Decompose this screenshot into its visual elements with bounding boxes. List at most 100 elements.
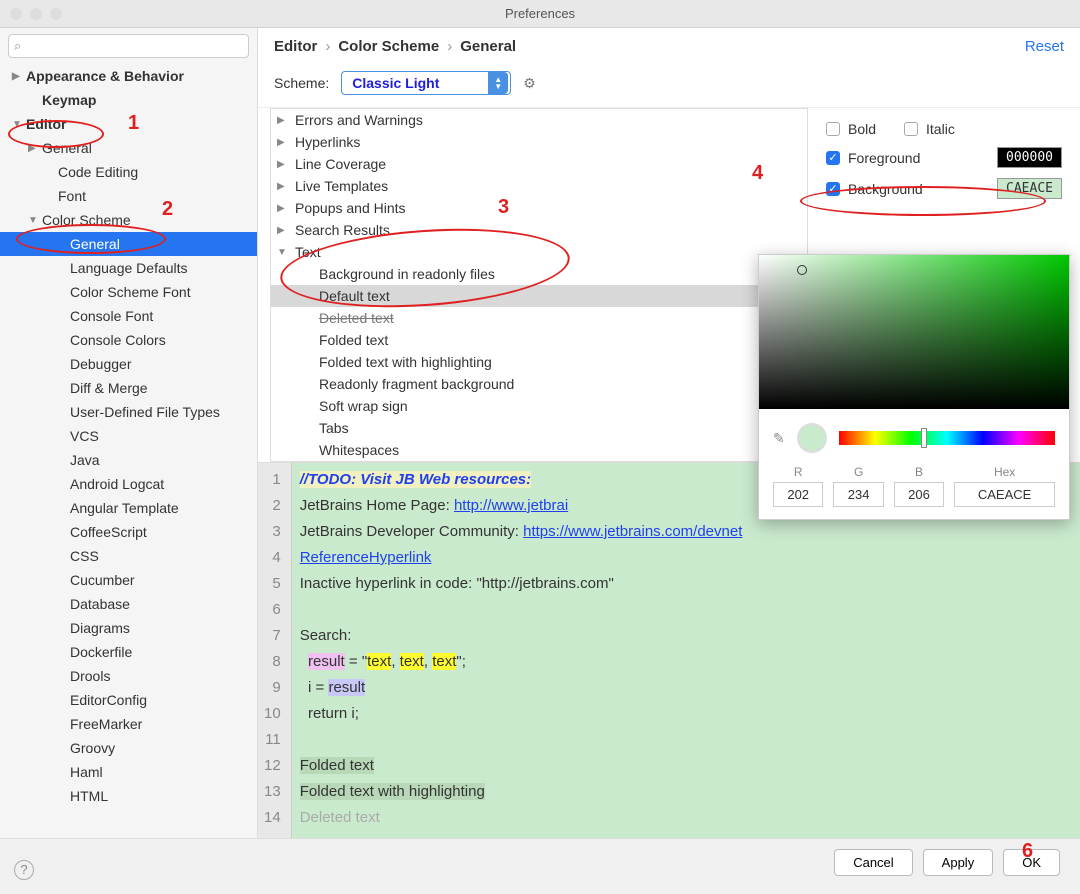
apply-button[interactable]: Apply bbox=[923, 849, 994, 876]
crumb-color-scheme[interactable]: Color Scheme bbox=[338, 38, 439, 55]
saturation-box[interactable] bbox=[759, 255, 1069, 409]
line-gutter: 1234567891011121314 bbox=[258, 463, 292, 838]
sidebar-item[interactable]: Diagrams bbox=[0, 616, 257, 640]
sidebar-item[interactable]: General bbox=[0, 232, 257, 256]
breadcrumb: Editor › Color Scheme › General Reset bbox=[258, 28, 1080, 65]
color-picker[interactable]: ✎ R G B Hex bbox=[758, 254, 1070, 520]
window-title: Preferences bbox=[505, 6, 575, 21]
content-panel: Editor › Color Scheme › General Reset Sc… bbox=[258, 28, 1080, 838]
category-row[interactable]: Background in readonly files bbox=[271, 263, 807, 285]
category-row[interactable]: ▶Line Coverage bbox=[271, 153, 807, 175]
category-row[interactable]: Readonly fragment background bbox=[271, 373, 807, 395]
reset-link[interactable]: Reset bbox=[1025, 38, 1064, 55]
sidebar-item[interactable]: Code Editing bbox=[0, 160, 257, 184]
category-row[interactable]: ▶Hyperlinks bbox=[271, 131, 807, 153]
r-input[interactable] bbox=[773, 482, 823, 507]
r-label: R bbox=[794, 465, 803, 479]
help-button[interactable]: ? bbox=[14, 860, 34, 880]
category-row[interactable]: Default text bbox=[271, 285, 807, 307]
scheme-value: Classic Light bbox=[352, 75, 439, 91]
sidebar-item[interactable]: Android Logcat bbox=[0, 472, 257, 496]
sidebar-item[interactable]: Cucumber bbox=[0, 568, 257, 592]
gear-icon[interactable]: ⚙ bbox=[523, 75, 536, 92]
sidebar-item[interactable]: HTML bbox=[0, 784, 257, 808]
minimize-dot[interactable] bbox=[30, 8, 42, 20]
titlebar: Preferences bbox=[0, 0, 1080, 28]
sidebar-item[interactable]: EditorConfig bbox=[0, 688, 257, 712]
close-dot[interactable] bbox=[10, 8, 22, 20]
sidebar-item[interactable]: ▶General bbox=[0, 136, 257, 160]
scheme-select[interactable]: Classic Light ▲▼ bbox=[341, 71, 511, 95]
chevron-right-icon: › bbox=[325, 38, 330, 55]
b-input[interactable] bbox=[894, 482, 944, 507]
category-row[interactable]: ▼Text bbox=[271, 241, 807, 263]
bold-label: Bold bbox=[848, 121, 876, 137]
sidebar-item[interactable]: Keymap bbox=[0, 88, 257, 112]
hue-cursor[interactable] bbox=[921, 428, 927, 448]
sidebar-item[interactable]: Console Font bbox=[0, 304, 257, 328]
sidebar-item[interactable]: Database bbox=[0, 592, 257, 616]
eyedropper-icon[interactable]: ✎ bbox=[773, 430, 785, 447]
category-row[interactable]: Deleted text bbox=[271, 307, 807, 329]
chevron-right-icon: › bbox=[447, 38, 452, 55]
background-label: Background bbox=[848, 181, 923, 197]
sidebar-item[interactable]: Dockerfile bbox=[0, 640, 257, 664]
foreground-swatch[interactable]: 000000 bbox=[997, 147, 1062, 168]
category-row[interactable]: Folded text bbox=[271, 329, 807, 351]
italic-checkbox[interactable] bbox=[904, 122, 918, 136]
category-row[interactable]: ▶Errors and Warnings bbox=[271, 109, 807, 131]
sidebar-item[interactable]: Drools bbox=[0, 664, 257, 688]
scheme-label: Scheme: bbox=[274, 75, 329, 91]
sidebar-item[interactable]: ▶Appearance & Behavior bbox=[0, 64, 257, 88]
window-controls bbox=[10, 8, 62, 20]
sidebar-item[interactable]: Groovy bbox=[0, 736, 257, 760]
hex-label: Hex bbox=[994, 465, 1015, 479]
sidebar-item[interactable]: Language Defaults bbox=[0, 256, 257, 280]
sat-cursor[interactable] bbox=[797, 265, 807, 275]
g-input[interactable] bbox=[833, 482, 883, 507]
hex-input[interactable] bbox=[954, 482, 1055, 507]
sidebar-item[interactable]: Haml bbox=[0, 760, 257, 784]
cancel-button[interactable]: Cancel bbox=[834, 849, 912, 876]
category-list[interactable]: ▶Errors and Warnings▶Hyperlinks▶Line Cov… bbox=[270, 108, 808, 462]
sidebar-item[interactable]: Debugger bbox=[0, 352, 257, 376]
category-row[interactable]: Tabs bbox=[271, 417, 807, 439]
sidebar-item[interactable]: User-Defined File Types bbox=[0, 400, 257, 424]
g-label: G bbox=[854, 465, 863, 479]
foreground-checkbox[interactable]: ✓ bbox=[826, 151, 840, 165]
sidebar-item[interactable]: CSS bbox=[0, 544, 257, 568]
sidebar-item[interactable]: Diff & Merge bbox=[0, 376, 257, 400]
dialog-footer: Cancel Apply OK bbox=[0, 838, 1080, 886]
category-row[interactable]: ▶Search Results bbox=[271, 219, 807, 241]
ok-button[interactable]: OK bbox=[1003, 849, 1060, 876]
b-label: B bbox=[915, 465, 923, 479]
maximize-dot[interactable] bbox=[50, 8, 62, 20]
sidebar-item[interactable]: Color Scheme Font bbox=[0, 280, 257, 304]
preferences-tree[interactable]: ▶Appearance & BehaviorKeymap▼Editor▶Gene… bbox=[0, 64, 257, 838]
sidebar-item[interactable]: CoffeeScript bbox=[0, 520, 257, 544]
sidebar: ⌕ ▶Appearance & BehaviorKeymap▼Editor▶Ge… bbox=[0, 28, 258, 838]
crumb-general[interactable]: General bbox=[460, 38, 516, 55]
sidebar-item[interactable]: Java bbox=[0, 448, 257, 472]
hue-slider[interactable] bbox=[839, 431, 1055, 445]
category-row[interactable]: ▶Live Templates bbox=[271, 175, 807, 197]
background-swatch[interactable]: CAEACE bbox=[997, 178, 1062, 199]
sidebar-item[interactable]: Console Colors bbox=[0, 328, 257, 352]
bold-checkbox[interactable] bbox=[826, 122, 840, 136]
category-row[interactable]: ▶Popups and Hints bbox=[271, 197, 807, 219]
sidebar-item[interactable]: Font bbox=[0, 184, 257, 208]
search-input[interactable] bbox=[8, 34, 249, 58]
category-row[interactable]: Soft wrap sign bbox=[271, 395, 807, 417]
current-color-swatch bbox=[797, 423, 827, 453]
category-row[interactable]: Folded text with highlighting bbox=[271, 351, 807, 373]
sidebar-item[interactable]: VCS bbox=[0, 424, 257, 448]
code-area: //TODO: Visit JB Web resources: JetBrain… bbox=[292, 463, 751, 838]
sidebar-item[interactable]: FreeMarker bbox=[0, 712, 257, 736]
sidebar-item[interactable]: ▼Color Scheme bbox=[0, 208, 257, 232]
sidebar-item[interactable]: Angular Template bbox=[0, 496, 257, 520]
category-row[interactable]: Whitespaces bbox=[271, 439, 807, 461]
background-checkbox[interactable]: ✓ bbox=[826, 182, 840, 196]
sidebar-item[interactable]: ▼Editor bbox=[0, 112, 257, 136]
italic-label: Italic bbox=[926, 121, 955, 137]
crumb-editor[interactable]: Editor bbox=[274, 38, 317, 55]
